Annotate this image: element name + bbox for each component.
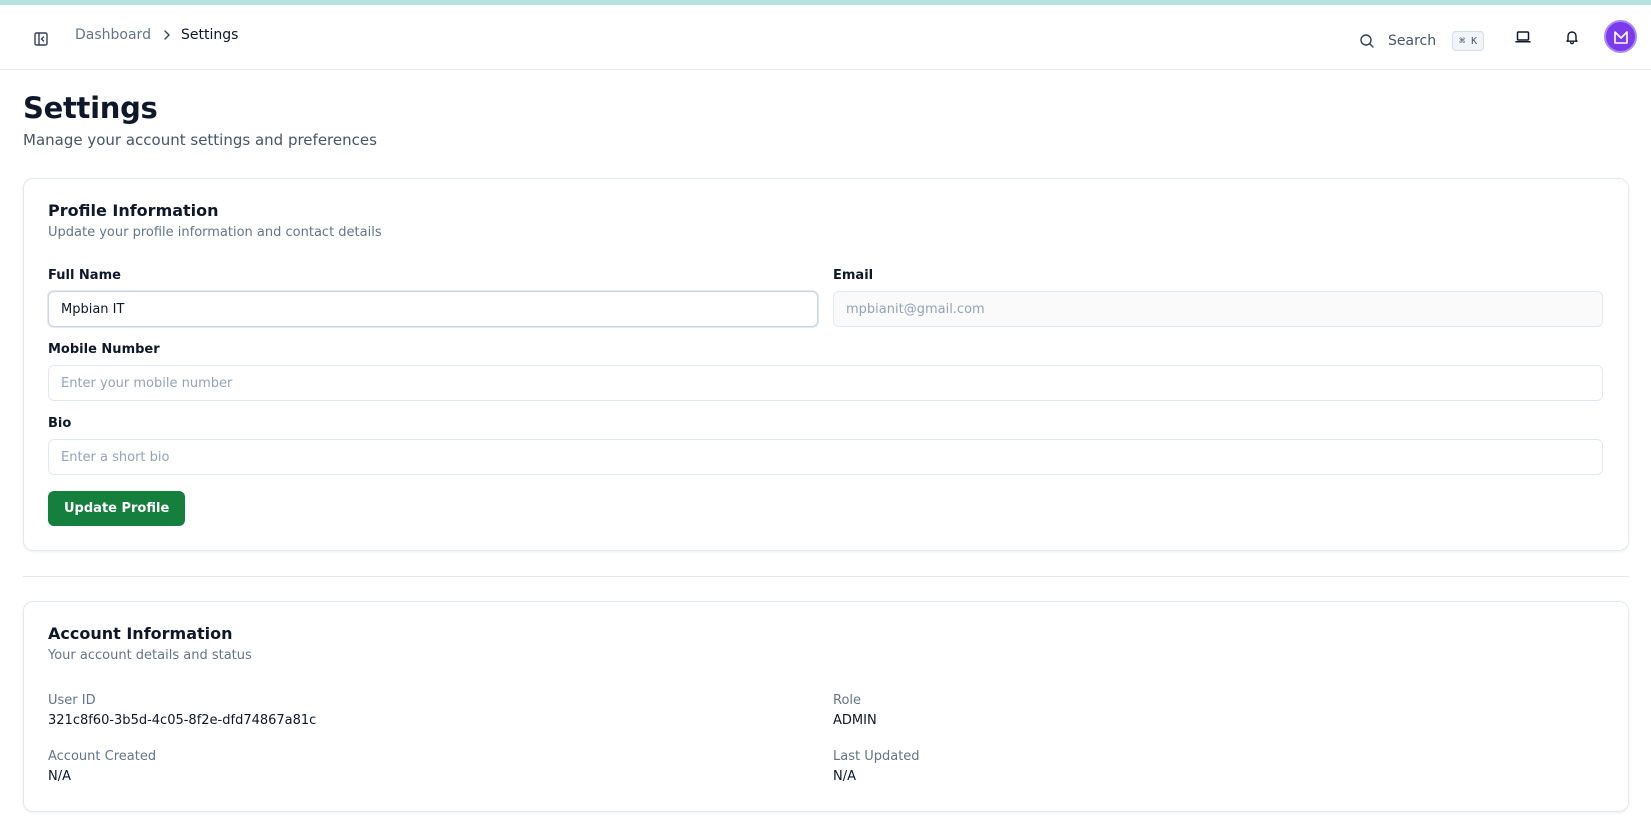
breadcrumb-current: Settings xyxy=(180,27,239,43)
full-name-label: Full Name xyxy=(48,268,121,283)
email-input[interactable] xyxy=(833,291,1603,327)
user-id-value: 321c8f60-3b5d-4c05-8f2e-dfd74867a81c xyxy=(48,713,317,728)
mobile-number-input[interactable] xyxy=(48,365,1603,401)
email-label: Email xyxy=(833,268,874,283)
bio-input[interactable] xyxy=(48,439,1603,475)
update-profile-button[interactable]: Update Profile xyxy=(48,491,186,526)
section-divider xyxy=(23,576,1629,577)
role-label: Role xyxy=(833,693,862,708)
search-shortcut-badge: ⌘ K xyxy=(1452,31,1485,51)
bell-icon[interactable] xyxy=(1556,21,1588,53)
account-information-card: Account Information Your account details… xyxy=(23,601,1629,812)
role-value: ADMIN xyxy=(833,713,877,728)
profile-card-description: Update your profile information and cont… xyxy=(48,225,382,240)
account-created-label: Account Created xyxy=(48,749,157,764)
user-avatar[interactable] xyxy=(1604,20,1637,53)
logo-m-icon xyxy=(1612,28,1630,46)
account-card-description: Your account details and status xyxy=(48,648,252,663)
page-title: Settings xyxy=(23,91,158,125)
breadcrumb-dashboard-link[interactable]: Dashboard xyxy=(75,27,151,43)
full-name-input[interactable] xyxy=(48,291,818,327)
page-subtitle: Manage your account settings and prefere… xyxy=(23,131,377,149)
bio-label: Bio xyxy=(48,416,72,431)
top-bar: Dashboard Settings Search ⌘ K xyxy=(0,5,1651,70)
chevron-right-icon xyxy=(162,29,172,41)
search-icon xyxy=(1358,32,1376,50)
last-updated-label: Last Updated xyxy=(833,749,920,764)
mobile-number-label: Mobile Number xyxy=(48,342,160,357)
breadcrumb: Dashboard Settings xyxy=(75,27,238,43)
profile-information-card: Profile Information Update your profile … xyxy=(23,178,1629,551)
laptop-icon[interactable] xyxy=(1507,21,1539,53)
account-card-title: Account Information xyxy=(48,624,233,643)
account-created-value: N/A xyxy=(48,769,71,784)
sidebar-toggle-icon[interactable] xyxy=(31,29,51,49)
search-label: Search xyxy=(1388,33,1437,49)
profile-card-title: Profile Information xyxy=(48,201,219,220)
last-updated-value: N/A xyxy=(833,769,856,784)
search-button[interactable]: Search ⌘ K xyxy=(1358,25,1485,57)
user-id-label: User ID xyxy=(48,693,96,708)
